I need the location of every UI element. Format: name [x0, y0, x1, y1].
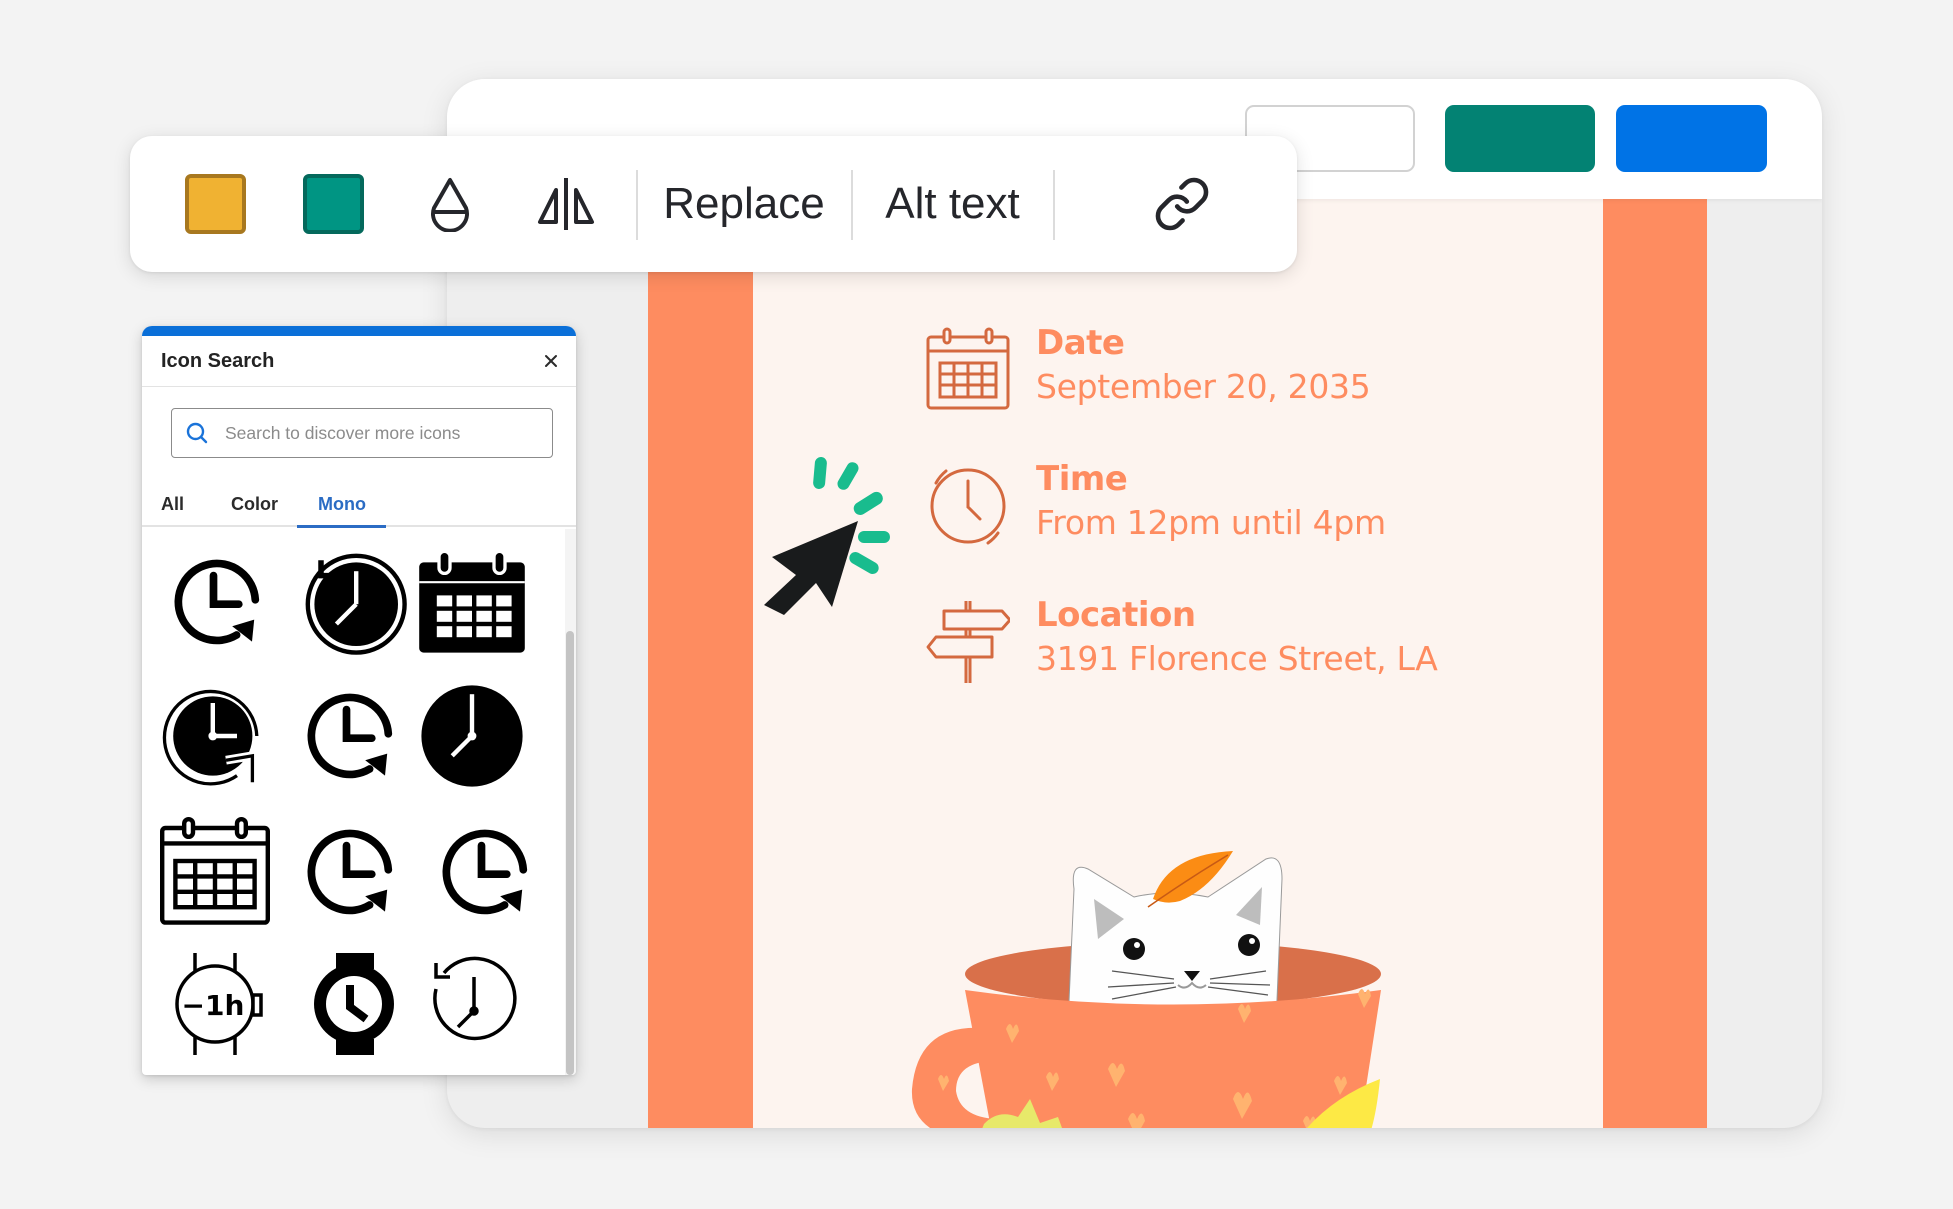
watch-badge-text: −1h — [182, 989, 245, 1022]
link-icon — [1155, 177, 1209, 231]
location-value: 3191 Florence Street, LA — [1036, 639, 1438, 678]
scrollbar-thumb[interactable] — [566, 631, 574, 1075]
replace-button[interactable]: Replace — [637, 136, 851, 272]
panel-title: Icon Search — [161, 350, 275, 372]
blue-button[interactable] — [1616, 105, 1767, 172]
clock-icon[interactable] — [926, 463, 1010, 547]
watch-icon[interactable] — [299, 949, 409, 1059]
icon-type-tabs: All Color Mono — [142, 486, 576, 528]
clock-refresh-icon[interactable] — [297, 817, 407, 927]
clock-filled-icon[interactable] — [417, 681, 527, 791]
link-button[interactable] — [1140, 136, 1224, 272]
poster-canvas[interactable]: Date September 20, 2035 Time From 12pm u… — [648, 199, 1707, 1128]
search-icon — [186, 422, 208, 444]
signpost-icon[interactable] — [926, 599, 1010, 683]
calendar-outline-icon[interactable] — [160, 817, 270, 927]
primary-color-swatch[interactable] — [185, 136, 246, 272]
time-value: From 12pm until 4pm — [1036, 503, 1386, 542]
secondary-color-swatch[interactable] — [303, 136, 364, 272]
poster-left-border — [648, 199, 753, 1128]
clock-refresh-icon[interactable] — [432, 817, 542, 927]
clock-refresh-icon[interactable] — [164, 547, 274, 657]
tab-all[interactable]: All — [161, 494, 184, 515]
panel-divider — [142, 386, 576, 387]
teal-button[interactable] — [1445, 105, 1595, 172]
close-button[interactable] — [536, 346, 566, 376]
icon-search-field[interactable] — [171, 408, 553, 458]
alt-text-button[interactable]: Alt text — [852, 136, 1053, 272]
opacity-drop-icon — [431, 178, 469, 232]
calendar-icon[interactable] — [926, 327, 1010, 411]
alt-text-label: Alt text — [885, 179, 1020, 228]
tab-color[interactable]: Color — [231, 494, 278, 515]
clock-history-icon[interactable] — [417, 949, 527, 1059]
color-swatch-teal — [303, 174, 364, 234]
cat-in-cup-illustration — [911, 851, 1381, 1128]
clock-history-filled-icon[interactable] — [299, 547, 409, 657]
calendar-filled-icon[interactable] — [417, 547, 527, 657]
results-scrollbar[interactable] — [565, 529, 576, 1075]
replace-label: Replace — [663, 179, 825, 228]
clock-refresh-icon[interactable] — [297, 681, 407, 791]
opacity-button[interactable] — [420, 136, 480, 272]
poster-right-border — [1603, 199, 1707, 1128]
icon-search-input[interactable] — [225, 422, 545, 444]
icon-search-panel: Icon Search All Color Mono — [142, 326, 576, 1075]
image-toolbar: Replace Alt text — [130, 136, 1297, 272]
icon-results-grid: −1h — [142, 529, 564, 1075]
panel-accent-bar — [142, 326, 576, 336]
close-icon — [545, 355, 557, 367]
clock-refresh-filled-icon[interactable] — [160, 681, 270, 791]
flip-horizontal-icon — [538, 178, 594, 230]
flip-button[interactable] — [535, 136, 597, 272]
mouse-cursor-icon — [764, 457, 890, 615]
toolbar-divider — [1053, 170, 1055, 240]
date-value: September 20, 2035 — [1036, 367, 1371, 406]
location-label: Location — [1036, 595, 1196, 635]
watch-minus-1h-icon[interactable]: −1h — [160, 949, 270, 1059]
time-label: Time — [1036, 459, 1128, 499]
tab-mono[interactable]: Mono — [318, 494, 366, 515]
color-swatch-yellow — [185, 174, 246, 234]
date-label: Date — [1036, 323, 1125, 363]
active-tab-indicator — [297, 525, 386, 528]
